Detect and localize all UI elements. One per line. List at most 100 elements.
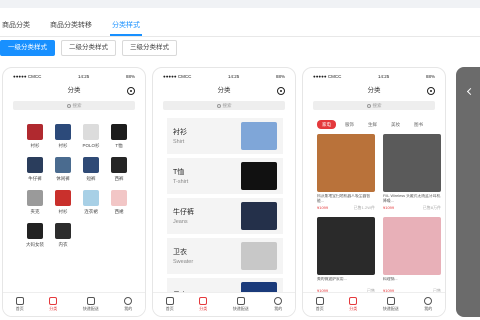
grid-item[interactable]: 休闲裤 <box>49 157 77 182</box>
product-sold: 已售1.2W件 <box>353 205 375 210</box>
back-arrow-icon[interactable] <box>466 87 475 96</box>
list-item[interactable]: 卫衣 Sweater <box>167 238 283 274</box>
tabbar-icon <box>236 297 245 305</box>
grid-item[interactable]: T恤 <box>105 124 133 149</box>
tabbar-label: 首页 <box>15 306 24 311</box>
style-button-level3[interactable]: 三级分类样式 <box>122 40 177 56</box>
tabbar-label: 快递配送 <box>82 306 99 311</box>
settings-icon[interactable] <box>427 87 435 95</box>
product-category-tab[interactable]: 图书 <box>409 120 428 129</box>
tabbar-icon <box>15 297 24 305</box>
tabbar-item[interactable]: 首页 <box>15 297 24 312</box>
tabbar-item[interactable]: 首页 <box>315 297 324 312</box>
tabbar-icon <box>199 297 208 305</box>
grid-item[interactable]: 大码女装 <box>21 223 49 248</box>
tabbar-item[interactable]: 快递配送 <box>383 297 399 312</box>
tabbar-item[interactable]: 首页 <box>165 297 174 312</box>
list-item-subtitle: Sweater <box>173 259 194 265</box>
product-grid: 科沃斯地宝扫地机器人吸尘器智能... ¥1099 已售1.2W件 FIIL Wirel… <box>317 134 441 294</box>
category-image <box>55 124 71 140</box>
search-input[interactable]: 搜索 <box>313 101 435 110</box>
grid-item[interactable]: 衬衫 <box>21 124 49 149</box>
product-price: ¥1099 <box>317 205 329 210</box>
settings-icon[interactable] <box>277 87 285 95</box>
grid-item-label: POLO衫 <box>82 143 100 148</box>
list-item[interactable]: 衬衫 Shirt <box>167 118 283 154</box>
carrier-text: ●●●●● CMCC <box>13 73 42 79</box>
list-item-text: T恤 T-shirt <box>173 167 188 185</box>
product-price: ¥1099 <box>383 205 395 210</box>
product-category-tab[interactable]: 美妆 <box>386 120 405 129</box>
preview-phone-grid[interactable]: ●●●●● CMCC 14:25 88% 分类 搜索 衬衫 衬衫 POLO衫 T恤 牛仔… <box>2 67 146 317</box>
grid-item[interactable]: 衬衫 <box>49 190 77 215</box>
grid-item[interactable]: 西裙 <box>105 190 133 215</box>
tabbar-item[interactable]: 分类 <box>49 297 58 312</box>
preview-phone-products[interactable]: ●●●●● CMCC 14:25 88% 分类 搜索 家电 服饰 生鲜 美妆 图书 科沃… <box>302 67 446 317</box>
product-card[interactable]: 科沃斯地宝扫地机器人吸尘器智能... ¥1099 已售1.2W件 <box>317 134 375 211</box>
tabbar-item[interactable]: 分类 <box>349 297 358 312</box>
battery-text: 88% <box>125 73 135 79</box>
product-card[interactable]: 美的微波炉家用... ¥1099 已售 <box>317 217 375 294</box>
tabbar-item[interactable]: 快递配送 <box>83 297 99 312</box>
category-tabs: 商品分类 商品分类转移 分类样式 <box>0 8 142 36</box>
tabbar-label: 快递配送 <box>232 306 249 311</box>
product-name: 料理锅... <box>383 277 398 281</box>
grid-item-label: 短裤 <box>86 176 96 181</box>
category-image <box>55 190 71 206</box>
product-category-tab[interactable]: 生鲜 <box>363 120 382 129</box>
product-card[interactable]: FIIL Wireless 头戴式无线蓝牙耳机降噪... ¥1099 已售8万件 <box>383 134 441 211</box>
tabbar-icon <box>49 297 58 305</box>
style-selector: 一级分类样式 二级分类样式 三级分类样式 <box>0 40 177 56</box>
category-image <box>111 124 127 140</box>
category-image <box>27 124 43 140</box>
category-image <box>83 157 99 173</box>
list-item[interactable]: 牛仔裤 Jeans <box>167 198 283 234</box>
grid-item[interactable]: 西裤 <box>105 157 133 182</box>
product-category-tab[interactable]: 家电 <box>317 120 336 129</box>
grid-item[interactable]: 衬衫 <box>49 124 77 149</box>
style-button-level2[interactable]: 二级分类样式 <box>61 40 116 56</box>
product-name: 美的微波炉家用... <box>317 277 347 281</box>
grid-item-label: 夹克 <box>30 209 40 214</box>
category-image <box>55 223 71 239</box>
list-item-subtitle: Jeans <box>173 219 188 225</box>
grid-item[interactable]: POLO衫 <box>77 124 105 149</box>
category-image <box>27 190 43 206</box>
product-category-tab[interactable]: 服饰 <box>340 120 359 129</box>
tabbar-item[interactable]: 快递配送 <box>233 297 249 312</box>
grid-item[interactable]: 夹克 <box>21 190 49 215</box>
settings-icon[interactable] <box>127 87 135 95</box>
category-image <box>83 190 99 206</box>
status-bar: ●●●●● CMCC 14:25 88% <box>163 73 285 79</box>
phone-title: 分类 <box>153 84 295 98</box>
side-preview-panel <box>456 67 480 317</box>
tabbar-item[interactable]: 我的 <box>124 297 133 312</box>
tabbar-icon <box>349 297 358 305</box>
tab-product-category[interactable]: 商品分类 <box>0 20 32 36</box>
grid-item[interactable]: 连衣裙 <box>77 190 105 215</box>
tabbar-item[interactable]: 我的 <box>274 297 283 312</box>
tabbar-icon <box>386 297 395 305</box>
phone-title: 分类 <box>3 84 145 98</box>
tabbar-item[interactable]: 分类 <box>199 297 208 312</box>
tab-category-style[interactable]: 分类样式 <box>110 20 142 36</box>
grid-item-label: 西裤 <box>114 176 124 181</box>
tabbar-icon <box>274 297 283 305</box>
tabbar-label: 首页 <box>165 306 174 311</box>
tab-category-transfer[interactable]: 商品分类转移 <box>48 20 94 36</box>
product-card[interactable]: 料理锅... ¥1099 已售 <box>383 217 441 294</box>
search-input[interactable]: 搜索 <box>163 101 285 110</box>
category-image <box>55 157 71 173</box>
tabbar-item[interactable]: 我的 <box>424 297 433 312</box>
search-input[interactable]: 搜索 <box>13 101 135 110</box>
tabbar-label: 我的 <box>424 306 433 311</box>
style-button-level1[interactable]: 一级分类样式 <box>0 40 55 56</box>
grid-item[interactable]: 短裤 <box>77 157 105 182</box>
grid-item[interactable]: 牛仔裤 <box>21 157 49 182</box>
list-item[interactable]: T恤 T-shirt <box>167 158 283 194</box>
grid-item[interactable]: 内衣 <box>49 223 77 248</box>
product-category-tabs: 家电 服饰 生鲜 美妆 图书 <box>317 120 428 129</box>
list-item-image <box>241 202 277 230</box>
preview-phone-list[interactable]: ●●●●● CMCC 14:25 88% 分类 搜索 衬衫 Shirt T恤 T-sh… <box>152 67 296 317</box>
tabbar-label: 我的 <box>124 306 133 311</box>
